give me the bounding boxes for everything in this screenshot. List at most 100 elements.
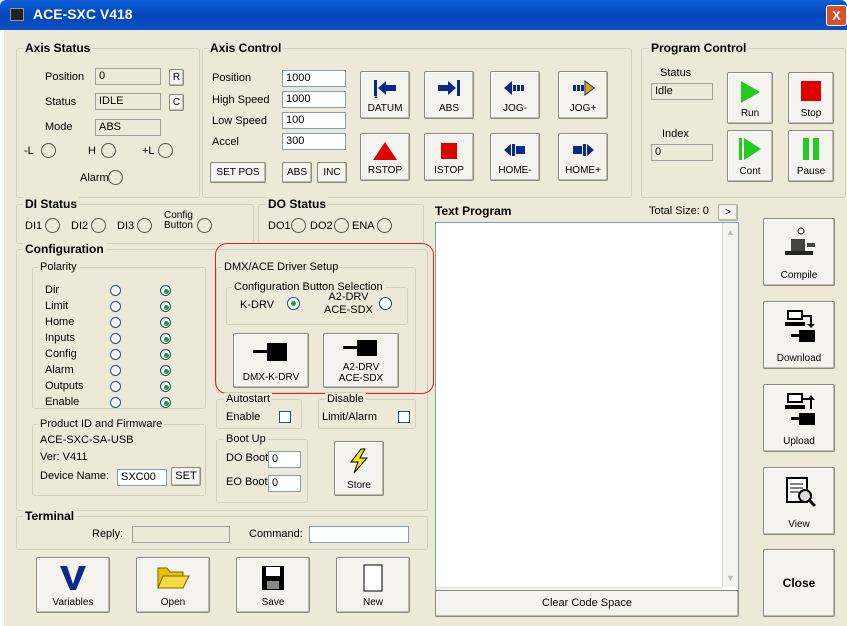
target-position-input[interactable]: 1000 [282,70,346,87]
jog-right-icon [573,79,595,97]
eo-boot-label: EO Boot [226,476,268,488]
axis-status-title: Axis Status [23,41,93,55]
limit-alarm-label: Limit/Alarm [322,411,378,423]
status-value: IDLE [95,93,161,110]
polarity-normal-radio[interactable] [110,349,121,360]
save-button[interactable]: Save [236,557,310,613]
set-device-name-button[interactable]: SET [171,467,201,486]
window-title: ACE-SXC V418 [33,6,133,22]
eo-boot-input[interactable]: 0 [268,475,301,492]
total-size: Total Size: 0 [649,205,709,217]
run-button[interactable]: Run [727,72,773,124]
polarity-invert-radio[interactable] [160,317,171,328]
close-button[interactable]: Close [763,549,835,617]
program-control-title: Program Control [649,41,749,55]
home-label: H [88,145,96,157]
upload-button[interactable]: Upload [763,384,835,452]
ena-label: ENA [352,220,375,232]
scroll-up-icon[interactable]: ▲ [726,227,735,237]
mode-value: ABS [95,119,161,136]
do-boot-input[interactable]: 0 [268,451,301,468]
folder-icon [157,567,190,589]
pause-label: Pause [796,166,826,177]
polarity-invert-radio[interactable] [160,285,171,296]
expand-editor-button[interactable]: > [718,204,738,221]
reset-position-button[interactable]: R [169,69,184,86]
polarity-normal-radio[interactable] [110,365,121,376]
floppy-disk-icon [262,566,284,590]
reply-label: Reply: [92,528,124,540]
firmware-version: Ver: V411 [40,451,88,463]
polarity-normal-radio[interactable] [110,285,121,296]
status-label: Status [45,96,77,108]
do1-led [291,218,306,233]
home-plus-button[interactable]: HOME+ [558,133,608,181]
new-button[interactable]: New [336,557,410,613]
istop-label: ISTOP [434,165,464,176]
device-name-input[interactable]: SXC00 [117,469,167,486]
pause-button[interactable]: Pause [788,130,834,182]
polarity-row-label: Inputs [45,332,75,344]
limit-alarm-checkbox[interactable] [398,411,410,423]
play-icon [741,81,760,103]
position-value: 0 [95,68,161,85]
polarity-invert-radio[interactable] [160,301,171,312]
polarity-normal-radio[interactable] [110,381,121,392]
new-label: New [362,597,383,608]
autostart-enable-checkbox[interactable] [279,411,291,423]
home-led [101,143,116,158]
accel-input[interactable]: 300 [282,133,346,150]
close-icon[interactable]: X [826,5,847,26]
polarity-invert-radio[interactable] [160,397,171,408]
di2-label: DI2 [71,220,89,232]
polarity-invert-radio[interactable] [160,333,171,344]
stop-button[interactable]: Stop [788,72,834,124]
datum-button[interactable]: DATUM [360,71,410,119]
vertical-scrollbar[interactable]: ▲ ▼ [722,223,738,587]
home-minus-button[interactable]: HOME- [490,133,540,181]
polarity-invert-radio[interactable] [160,349,171,360]
istop-button[interactable]: ISTOP [424,133,474,181]
home-plus-label: HOME+ [565,165,601,176]
clear-code-space-button[interactable]: Clear Code Space [435,590,739,617]
rstop-button[interactable]: RSTOP [360,133,410,181]
download-button[interactable]: Download [763,301,835,369]
variables-icon [60,566,86,590]
polarity-normal-radio[interactable] [110,333,121,344]
scroll-down-icon[interactable]: ▼ [726,573,735,583]
view-button[interactable]: View [763,467,835,535]
polarity-invert-radio[interactable] [160,365,171,376]
high-speed-input[interactable]: 1000 [282,91,346,108]
abs-mode-button[interactable]: ABS [282,162,312,183]
do-status-title: DO Status [266,197,329,211]
polarity-row-label: Home [45,316,75,328]
polarity-normal-radio[interactable] [110,317,121,328]
inc-mode-button[interactable]: INC [317,162,347,183]
polarity-normal-radio[interactable] [110,301,121,312]
compile-icon [785,227,815,255]
polarity-row-label: Outputs [45,380,84,392]
set-pos-button[interactable]: SET POS [210,162,266,183]
di3-led [137,218,152,233]
jog-minus-button[interactable]: JOG- [490,71,540,119]
command-input[interactable] [309,526,409,543]
program-editor[interactable]: ▲ ▼ ◀ ▶ [435,222,739,604]
clear-status-button[interactable]: C [169,94,184,111]
compile-button[interactable]: Compile [763,218,835,286]
configuration-title: Configuration [23,242,106,256]
store-button[interactable]: Store [334,441,384,496]
cont-button[interactable]: Cont [727,130,773,182]
di-status-title: DI Status [23,197,80,211]
abs-move-button[interactable]: ABS [424,71,474,119]
variables-button[interactable]: Variables [36,557,110,613]
polarity-invert-radio[interactable] [160,381,171,392]
disable-title: Disable [325,393,366,405]
polarity-normal-radio[interactable] [110,397,121,408]
polarity-row-label: Config [45,348,77,360]
open-button[interactable]: Open [136,557,210,613]
jog-plus-button[interactable]: JOG+ [558,71,608,119]
low-speed-input[interactable]: 100 [282,112,346,129]
boot-up-group [216,439,308,503]
stop-label: Stop [800,108,822,119]
alarm-label: Alarm [80,172,109,184]
